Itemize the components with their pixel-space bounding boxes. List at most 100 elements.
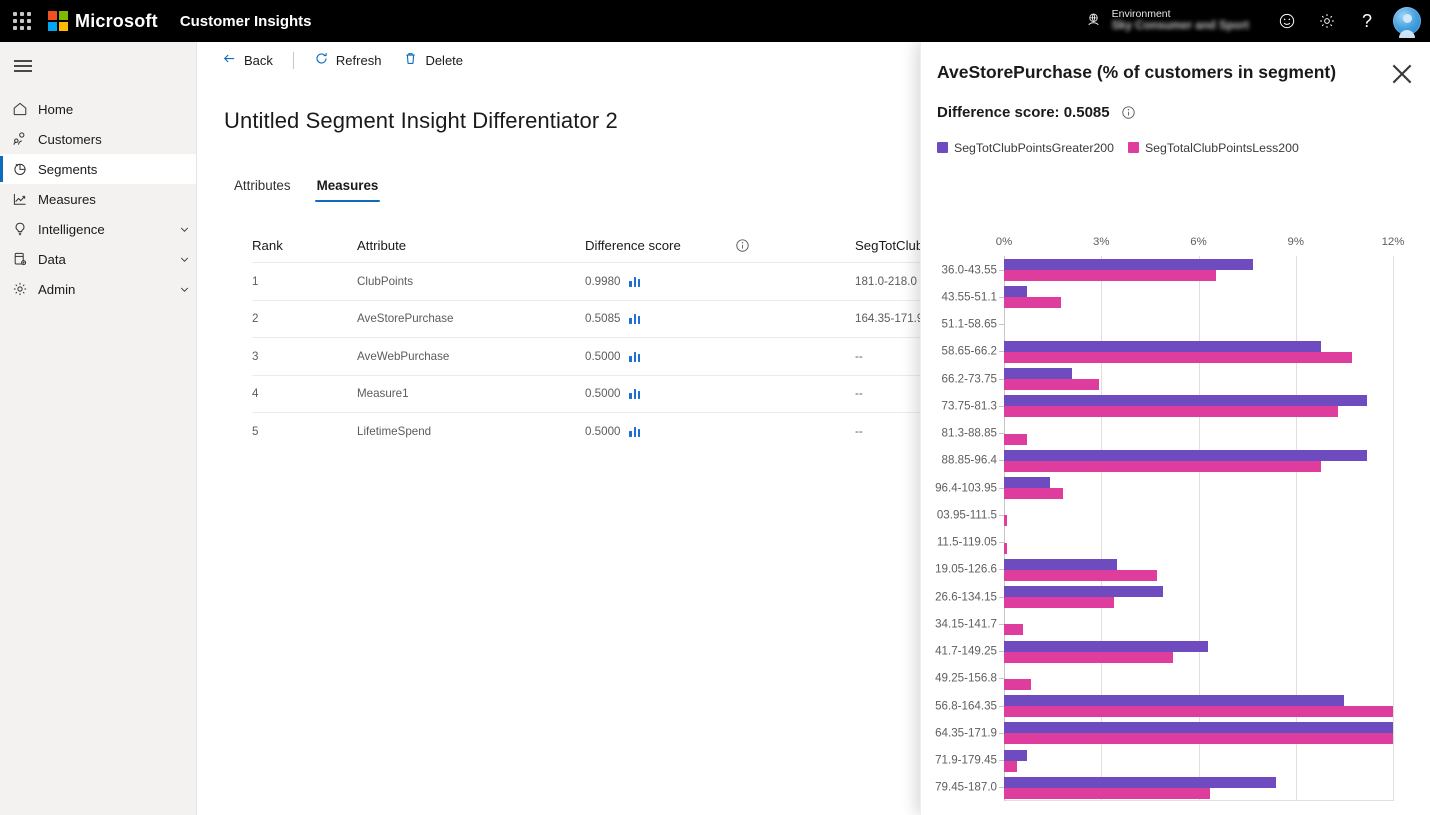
legend-item-less200[interactable]: SegTotalClubPointsLess200 [1128, 141, 1299, 155]
y-tick-label: 79.45-187.0 [935, 781, 997, 794]
info-icon [735, 238, 750, 253]
environment-value: Sky Consumer and Sport [1112, 20, 1249, 33]
help-icon[interactable]: ? [1347, 0, 1387, 42]
y-tick-label: 71.9-179.45 [935, 754, 997, 767]
chart-bar[interactable] [1004, 515, 1007, 526]
chart-bar[interactable] [1004, 368, 1072, 379]
chart-bar[interactable] [1004, 559, 1117, 570]
hamburger-icon [14, 65, 32, 66]
chart-bar[interactable] [1004, 395, 1367, 406]
y-tick-label: 88.85-96.4 [942, 454, 997, 467]
difference-score-info-icon[interactable] [735, 238, 855, 253]
tab-attributes[interactable]: Attributes [234, 178, 291, 202]
tab-measures[interactable]: Measures [317, 178, 379, 202]
refresh-icon [314, 51, 329, 69]
database-icon [12, 251, 38, 267]
microsoft-logo[interactable]: Microsoft [48, 11, 158, 32]
chart-bar[interactable] [1004, 695, 1344, 706]
chart-bar[interactable] [1004, 286, 1027, 297]
bar-chart-icon[interactable] [629, 313, 640, 324]
chart-bar[interactable] [1004, 733, 1393, 744]
column-header-attribute[interactable]: Attribute [357, 238, 585, 253]
y-tick-label: 73.75-81.3 [942, 399, 997, 412]
bar-chart-icon[interactable] [629, 276, 640, 287]
chart-bar[interactable] [1004, 297, 1061, 308]
chart-bar[interactable] [1004, 722, 1393, 733]
chart-bar[interactable] [1004, 788, 1210, 799]
sidebar-item-label: Admin [38, 282, 172, 297]
info-icon[interactable] [1121, 105, 1136, 120]
gear-icon [12, 281, 38, 297]
sidebar-item-data[interactable]: Data [0, 244, 196, 274]
cell-rank: 1 [252, 275, 357, 288]
delete-button[interactable]: Delete [393, 45, 473, 75]
back-button[interactable]: Back [212, 45, 283, 75]
sidebar-item-label: Customers [38, 132, 196, 147]
chart-legend: SegTotClubPointsGreater200 SegTotalClubP… [937, 141, 1430, 155]
chart-bar[interactable] [1004, 624, 1023, 635]
chart-bar[interactable] [1004, 461, 1321, 472]
app-root: Microsoft Customer Insights Environment … [0, 0, 1430, 815]
chart-bar[interactable] [1004, 259, 1253, 270]
y-tick-label: 49.25-156.8 [935, 672, 997, 685]
legend-item-greater200[interactable]: SegTotClubPointsGreater200 [937, 141, 1114, 155]
bar-chart-icon[interactable] [629, 426, 640, 437]
chart-bar[interactable] [1004, 761, 1017, 772]
chart-bar[interactable] [1004, 488, 1063, 499]
feedback-smiley-icon[interactable] [1267, 0, 1307, 42]
refresh-button-label: Refresh [336, 53, 382, 68]
cell-attribute: ClubPoints [357, 275, 585, 288]
chart-bar[interactable] [1004, 777, 1276, 788]
refresh-button[interactable]: Refresh [304, 45, 392, 75]
x-tick-label: 0% [996, 236, 1012, 248]
settings-gear-icon[interactable] [1307, 0, 1347, 42]
chart-bar[interactable] [1004, 352, 1352, 363]
close-panel-button[interactable] [1387, 59, 1417, 89]
chart-bar[interactable] [1004, 406, 1338, 417]
sidebar-item-segments[interactable]: Segments [0, 154, 196, 184]
bar-chart-icon[interactable] [629, 388, 640, 399]
app-launcher-button[interactable] [0, 0, 44, 42]
sidebar-item-home[interactable]: Home [0, 94, 196, 124]
y-tick-label: 64.35-171.9 [935, 726, 997, 739]
chart-bar[interactable] [1004, 379, 1099, 390]
user-avatar[interactable] [1393, 7, 1421, 35]
bar-chart-icon[interactable] [629, 351, 640, 362]
y-tick-label: 56.8-164.35 [935, 699, 997, 712]
panel-score-label: Difference score: 0.5085 [937, 104, 1110, 121]
sidebar-item-intelligence[interactable]: Intelligence [0, 214, 196, 244]
sidebar-item-label: Segments [38, 162, 196, 177]
chart-bar[interactable] [1004, 477, 1050, 488]
cell-attribute: Measure1 [357, 387, 585, 400]
chart-plot-area: 36.0-43.5543.55-51.151.1-58.6558.65-66.2… [1004, 256, 1393, 801]
chevron-down-icon[interactable] [172, 284, 196, 295]
detail-side-panel: AveStorePurchase (% of customers in segm… [920, 42, 1430, 815]
chart-bar[interactable] [1004, 270, 1216, 281]
x-tick-label: 6% [1190, 236, 1206, 248]
cell-score: 0.5085 [585, 312, 620, 325]
chart-bar[interactable] [1004, 586, 1163, 597]
nav-collapse-button[interactable] [0, 46, 46, 86]
sidebar-item-customers[interactable]: Customers [0, 124, 196, 154]
chart-bar[interactable] [1004, 341, 1321, 352]
chart-bar[interactable] [1004, 750, 1027, 761]
chart-bar[interactable] [1004, 641, 1208, 652]
chevron-down-icon[interactable] [172, 224, 196, 235]
app-title[interactable]: Customer Insights [180, 13, 312, 30]
column-header-difference-score[interactable]: Difference score [585, 238, 735, 253]
y-tick-label: 66.2-73.75 [942, 372, 997, 385]
sidebar-item-measures[interactable]: Measures [0, 184, 196, 214]
environment-selector[interactable]: Environment Sky Consumer and Sport [1085, 9, 1249, 34]
chart-bar[interactable] [1004, 434, 1027, 445]
chart-bar[interactable] [1004, 679, 1031, 690]
chart-bar[interactable] [1004, 543, 1007, 554]
column-header-rank[interactable]: Rank [252, 238, 357, 253]
chart-bar[interactable] [1004, 450, 1367, 461]
chart-bar[interactable] [1004, 570, 1157, 581]
chevron-down-icon[interactable] [172, 254, 196, 265]
chart-bar[interactable] [1004, 706, 1393, 717]
chart-bar[interactable] [1004, 652, 1173, 663]
chart-bar[interactable] [1004, 597, 1114, 608]
y-tick-label: 11.5-119.05 [937, 536, 997, 549]
sidebar-item-admin[interactable]: Admin [0, 274, 196, 304]
